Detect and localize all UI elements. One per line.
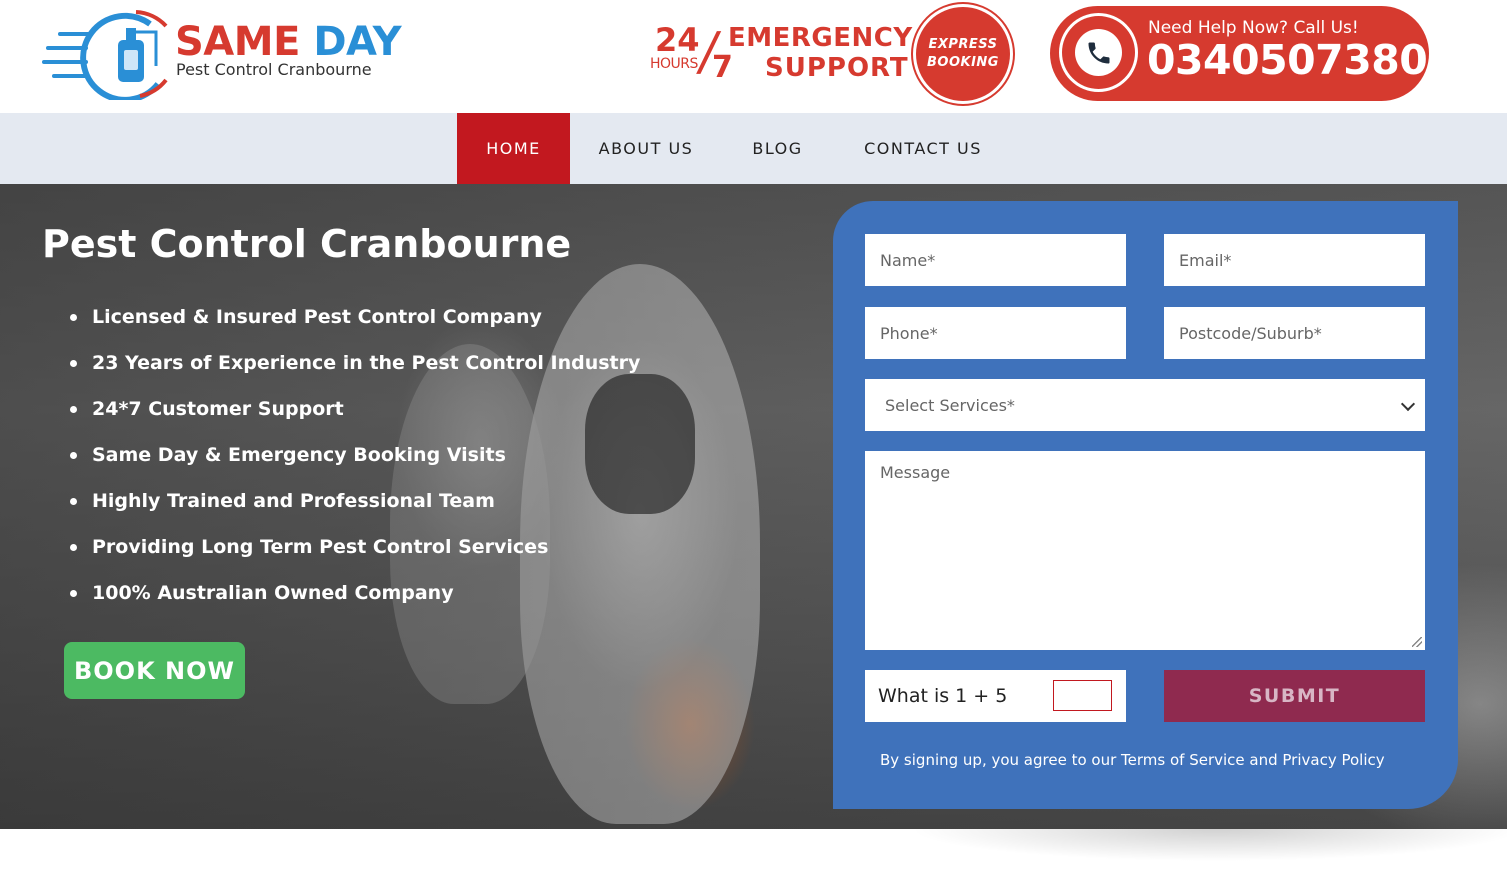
- phone-field[interactable]: Phone*: [865, 307, 1126, 359]
- hero-feature-list: Licensed & Insured Pest Control Company …: [70, 302, 640, 624]
- hero-feature-item: Providing Long Term Pest Control Service…: [70, 532, 640, 578]
- emergency-line2: SUPPORT: [765, 53, 909, 83]
- phone-circle: [1062, 16, 1135, 89]
- nav-item-contact-us[interactable]: CONTACT US: [846, 113, 1000, 184]
- site-header: SAME DAY Pest Control Cranbourne 24 HOUR…: [0, 0, 1507, 113]
- emergency-7: 7: [712, 50, 733, 85]
- logo-subtitle: Pest Control Cranbourne: [176, 60, 372, 79]
- hero-feature-item: 100% Australian Owned Company: [70, 578, 640, 624]
- email-field[interactable]: Email*: [1164, 234, 1425, 286]
- captcha-question: What is 1 + 5: [878, 685, 1008, 707]
- captcha-box: What is 1 + 5: [865, 670, 1126, 722]
- services-select-value: Select Services*: [885, 395, 1015, 415]
- book-now-button[interactable]: BOOK NOW: [64, 642, 245, 699]
- terms-text: By signing up, you agree to our Terms of…: [880, 751, 1385, 769]
- message-placeholder: Message: [880, 463, 951, 482]
- express-booking-badge[interactable]: EXPRESS BOOKING: [916, 7, 1010, 101]
- phone-icon: [1075, 29, 1122, 76]
- logo-title: SAME DAY: [175, 19, 402, 65]
- call-label: Need Help Now? Call Us!: [1148, 18, 1359, 38]
- express-line1: EXPRESS: [928, 37, 998, 52]
- site-logo[interactable]: SAME DAY Pest Control Cranbourne: [40, 6, 402, 100]
- resize-handle-icon[interactable]: [1412, 637, 1422, 647]
- call-number: 0340507380: [1147, 36, 1428, 84]
- captcha-input[interactable]: [1053, 680, 1112, 711]
- hero-feature-item: Same Day & Emergency Booking Visits: [70, 440, 640, 486]
- postcode-field[interactable]: Postcode/Suburb*: [1164, 307, 1425, 359]
- hero-title: Pest Control Cranbourne: [42, 222, 572, 266]
- chevron-down-icon: [1400, 396, 1416, 412]
- section-shadow: [780, 829, 1507, 882]
- nav-item-blog[interactable]: BLOG: [734, 113, 821, 184]
- hero-feature-item: 24*7 Customer Support: [70, 394, 640, 440]
- nav-item-about-us[interactable]: ABOUT US: [583, 113, 709, 184]
- name-field[interactable]: Name*: [865, 234, 1126, 286]
- logo-title-part2: DAY: [313, 19, 402, 65]
- submit-button[interactable]: SUBMIT: [1164, 670, 1425, 722]
- pest-sprayer-logo-icon: [42, 10, 168, 100]
- message-field[interactable]: Message: [865, 451, 1425, 650]
- emergency-line1: EMERGENCY: [728, 23, 913, 53]
- hero-feature-item: Licensed & Insured Pest Control Company: [70, 302, 640, 348]
- contact-form: Name* Email* Phone* Postcode/Suburb* Sel…: [833, 201, 1458, 809]
- express-line2: BOOKING: [927, 55, 999, 70]
- call-us-button[interactable]: Need Help Now? Call Us! 0340507380: [1050, 6, 1429, 101]
- hero-feature-item: Highly Trained and Professional Team: [70, 486, 640, 532]
- logo-title-part1: SAME: [175, 19, 300, 65]
- emergency-hours: HOURS: [650, 56, 698, 72]
- emergency-support-badge: 24 HOURS / 7 EMERGENCY SUPPORT: [648, 21, 912, 86]
- main-nav: HOME ABOUT US BLOG CONTACT US: [0, 113, 1507, 184]
- emergency-24: 24: [655, 21, 700, 59]
- hero-feature-item: 23 Years of Experience in the Pest Contr…: [70, 348, 640, 394]
- nav-item-home[interactable]: HOME: [457, 113, 570, 184]
- services-select[interactable]: Select Services*: [865, 379, 1425, 431]
